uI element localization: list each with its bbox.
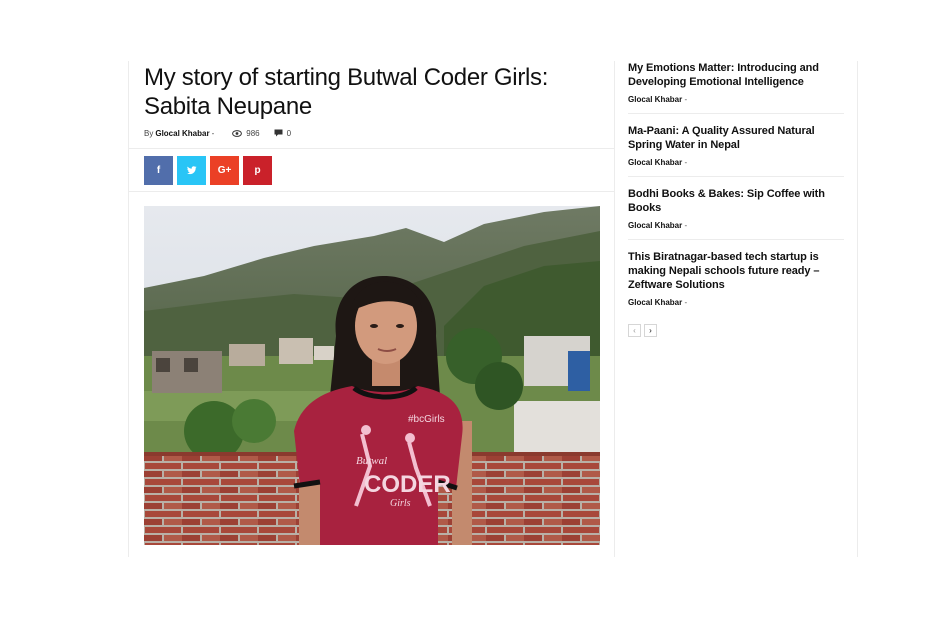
sidebar-post-author[interactable]: Glocal Khabar <box>628 158 682 167</box>
comment-icon <box>274 129 283 137</box>
twitter-icon <box>186 166 197 175</box>
divider <box>129 191 614 192</box>
sidebar-post: Bodhi Books & Bakes: Sip Coffee with Boo… <box>628 187 844 240</box>
twitter-share-button[interactable] <box>177 156 206 185</box>
sidebar-related-posts: My Emotions Matter: Introducing and Deve… <box>628 61 844 337</box>
meta-separator: - <box>211 128 215 138</box>
sidebar-post-meta: Glocal Khabar - <box>628 95 844 104</box>
featured-image: #bcGirls Butwal CODER Girls <box>144 206 600 545</box>
sidebar-post-title[interactable]: Bodhi Books & Bakes: Sip Coffee with Boo… <box>628 187 844 215</box>
pinterest-icon: p <box>254 165 261 176</box>
sidebar-post-meta: Glocal Khabar - <box>628 298 844 307</box>
sidebar-post-title[interactable]: My Emotions Matter: Introducing and Deve… <box>628 61 844 89</box>
sidebar-post: This Biratnagar-based tech startup is ma… <box>628 250 844 316</box>
views-count: 986 <box>232 128 260 138</box>
views-value: 986 <box>246 128 260 138</box>
author-link[interactable]: Glocal Khabar <box>155 129 209 138</box>
facebook-share-button[interactable]: f <box>144 156 173 185</box>
article-main: My story of starting Butwal Coder Girls:… <box>129 61 615 557</box>
prev-page-button[interactable]: ‹ <box>628 324 641 337</box>
sidebar-post: My Emotions Matter: Introducing and Deve… <box>628 61 844 114</box>
by-label: By <box>144 128 154 138</box>
sidebar-post-author[interactable]: Glocal Khabar <box>628 95 682 104</box>
divider <box>129 148 614 149</box>
sidebar-post-meta: Glocal Khabar - <box>628 158 844 167</box>
shirt-line1: Butwal <box>356 455 387 467</box>
sidebar-post: Ma-Paani: A Quality Assured Natural Spri… <box>628 124 844 177</box>
article-meta: By Glocal Khabar - 986 0 <box>144 126 291 140</box>
facebook-icon: f <box>156 165 161 176</box>
sidebar-post-title[interactable]: This Biratnagar-based tech startup is ma… <box>628 250 844 292</box>
page-container: My story of starting Butwal Coder Girls:… <box>128 61 858 557</box>
comments-value: 0 <box>286 128 292 138</box>
comments-count[interactable]: 0 <box>274 129 291 138</box>
sidebar-post-dash: - <box>684 95 688 104</box>
pinterest-share-button[interactable]: p <box>243 156 272 185</box>
sidebar-post-title[interactable]: Ma-Paani: A Quality Assured Natural Spri… <box>628 124 844 152</box>
sidebar-post-author[interactable]: Glocal Khabar <box>628 221 682 230</box>
article-title: My story of starting Butwal Coder Girls:… <box>144 64 549 120</box>
sidebar-post-dash: - <box>684 221 688 230</box>
google-plus-icon: G+ <box>217 165 232 176</box>
eye-icon <box>232 129 243 137</box>
google-plus-share-button[interactable]: G+ <box>210 156 239 185</box>
next-page-button[interactable]: › <box>644 324 657 337</box>
shirt-hashtag: #bcGirls <box>408 414 445 425</box>
shirt-line3: Girls <box>390 498 411 509</box>
chevron-left-icon: ‹ <box>633 325 636 335</box>
chevron-right-icon: › <box>649 325 652 335</box>
shirt-line2: CODER <box>364 471 451 498</box>
share-buttons: f G+ p <box>144 156 272 185</box>
sidebar-post-dash: - <box>684 158 688 167</box>
sidebar-post-dash: - <box>684 298 688 307</box>
sidebar-pagination: ‹ › <box>628 324 844 337</box>
sidebar-post-meta: Glocal Khabar - <box>628 221 844 230</box>
sidebar-post-author[interactable]: Glocal Khabar <box>628 298 682 307</box>
